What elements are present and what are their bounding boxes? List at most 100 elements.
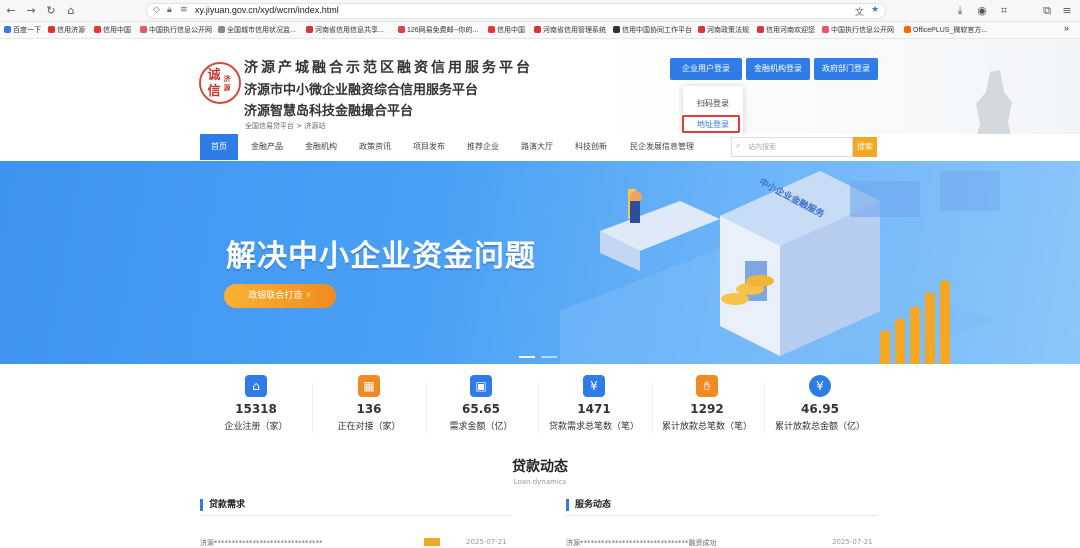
stat-item: ¥ 1471 贷款需求总笔数（笔）	[539, 375, 649, 445]
nav-project-release[interactable]: 项目发布	[404, 134, 454, 160]
more-bookmarks-icon[interactable]: »	[1064, 23, 1069, 33]
site-title-2: 济源市中小微企业融资综合信用服务平台	[244, 82, 479, 97]
stat-label: 正在对接（家）	[337, 422, 401, 432]
status-badge	[424, 538, 440, 546]
banner-title: 解决中小企业资金问题	[226, 240, 536, 273]
section-subtitle: Loan dynamics	[513, 478, 567, 486]
crop-icon[interactable]: ⌗	[997, 4, 1011, 18]
bookmark-item[interactable]: 河南省信用信息共享...	[306, 25, 384, 35]
forward-icon[interactable]: →	[24, 4, 38, 18]
service-news-heading[interactable]: 服务动态	[566, 499, 611, 511]
account-icon[interactable]: ◉	[975, 4, 989, 18]
stat-value: 65.65	[462, 402, 500, 416]
stat-value: 136	[356, 402, 382, 416]
banner-cta-button[interactable]: 政银联合打造 ⚡︎	[224, 284, 336, 308]
carousel-dot[interactable]	[541, 356, 557, 358]
bank-icon: ⌂	[245, 375, 267, 397]
reload-icon[interactable]: ↻	[44, 4, 58, 18]
bookmark-item[interactable]: 河南政策法规	[698, 25, 749, 35]
browser-toolbar: ← → ↻ ⌂ ◇ 🔒︎ ≡ xy.jiyuan.gov.cn/xyd/wcm/…	[0, 0, 1080, 22]
stat-item: ✋︎ 1292 累计放款总笔数（笔）	[652, 375, 762, 445]
loan-demand-heading[interactable]: 贷款需求	[200, 499, 245, 511]
enterprise-login-button[interactable]: 企业用户登录	[670, 58, 742, 80]
breadcrumb[interactable]: 全国信易贷平台 > 济源站	[245, 121, 325, 131]
extensions-icon[interactable]: ⧉	[1040, 4, 1054, 18]
menu-icon[interactable]: ≡	[1060, 4, 1074, 18]
service-row-text[interactable]: 济源*******************************融资成功	[566, 538, 717, 548]
bookmark-icon	[48, 26, 55, 33]
bookmark-item[interactable]: 全国城市信用状况监...	[218, 25, 296, 35]
stat-value: 1471	[577, 402, 611, 416]
bookmark-item[interactable]: 中国执行信息公开网	[822, 25, 894, 35]
financial-login-button[interactable]: 金融机构登录	[746, 58, 810, 80]
stat-item: ▣ 65.65 需求金额（亿）	[426, 375, 536, 445]
hero-banner[interactable]: 中小企业金融服务	[0, 161, 1080, 364]
site-logo[interactable]: 诚信 济源	[199, 62, 241, 104]
stat-value: 46.95	[801, 402, 839, 416]
bookmark-icon	[698, 26, 705, 33]
bookmark-item[interactable]: 河南省信用管理系统	[534, 25, 606, 35]
stat-value: 1292	[690, 402, 724, 416]
back-icon[interactable]: ←	[4, 4, 18, 18]
search-button[interactable]: 搜索	[853, 137, 877, 157]
lightning-icon: ⚡︎	[305, 291, 312, 301]
bookmark-icon	[613, 26, 620, 33]
stat-value: 15318	[235, 402, 277, 416]
nav-private-enterprise[interactable]: 民企发展信息管理	[620, 134, 704, 160]
government-login-button[interactable]: 政府部门登录	[814, 58, 878, 80]
translate-icon[interactable]: 文	[855, 5, 864, 18]
bookmark-item[interactable]: 信用中国	[94, 25, 131, 35]
bookmark-item[interactable]: 信用中国协同工作平台	[613, 25, 692, 35]
address-bar[interactable]: ◇ 🔒︎ ≡ xy.jiyuan.gov.cn/xyd/wcm/index.ht…	[146, 3, 886, 19]
bookmark-icon	[534, 26, 541, 33]
bookmark-item[interactable]: OfficePLUS_微软官方...	[904, 25, 987, 35]
divider	[566, 515, 878, 516]
logo-text: 诚信	[207, 68, 221, 99]
bookmark-icon	[822, 26, 829, 33]
bookmark-icon	[4, 26, 11, 33]
stat-item: ▦ 136 正在对接（家）	[314, 375, 424, 445]
home-icon[interactable]: ⌂	[64, 4, 78, 18]
bookmark-icon	[306, 26, 313, 33]
star-icon[interactable]: ★	[871, 5, 879, 15]
bookmark-item[interactable]: 126网易免费邮--你的...	[398, 25, 478, 35]
nav-financial-products[interactable]: 金融产品	[242, 134, 292, 160]
bookmark-item[interactable]: 信用济源	[48, 25, 85, 35]
loan-row-date: 2025-07-21	[466, 538, 507, 546]
shield-icon: ◇	[153, 5, 160, 15]
bookmark-icon	[94, 26, 101, 33]
site-title-1: 济源产城融合示范区融资信用服务平台	[244, 59, 533, 75]
permissions-icon: ≡	[180, 5, 188, 15]
bookmark-icon	[904, 26, 911, 33]
bookmark-item[interactable]: 信用中国	[488, 25, 525, 35]
bookmark-item[interactable]: 百度一下	[4, 25, 41, 35]
stat-label: 贷款需求总笔数（笔）	[548, 422, 639, 432]
stat-label: 累计放款总笔数（笔）	[661, 422, 752, 432]
section-title: 贷款动态	[512, 459, 568, 475]
divider	[200, 515, 512, 516]
money-bag-icon: ¥	[809, 375, 831, 397]
nav-tech-innovation[interactable]: 科技创新	[566, 134, 616, 160]
download-icon[interactable]: ⤓	[953, 4, 967, 18]
stat-label: 企业注册（家）	[224, 422, 288, 432]
carousel-dot-active[interactable]	[519, 356, 535, 358]
qr-login-option[interactable]: 扫码登录	[683, 98, 743, 109]
banner-illustration	[560, 171, 1000, 364]
bookmark-icon	[398, 26, 405, 33]
highlight-box	[682, 115, 740, 133]
nav-policy-news[interactable]: 政策资讯	[350, 134, 400, 160]
banner-cta-label: 政银联合打造	[248, 291, 303, 301]
nav-roadshow-hall[interactable]: 路演大厅	[512, 134, 562, 160]
stat-item: ⌂ 15318 企业注册（家）	[201, 375, 311, 445]
site-search-input[interactable]: 站内搜索	[731, 137, 853, 157]
loan-row-text[interactable]: 济源*******************************	[200, 538, 323, 548]
stat-label: 需求金额（亿）	[449, 422, 513, 432]
search-icon: ⌕	[736, 141, 741, 150]
bookmark-item[interactable]: 中国执行信息公开网	[140, 25, 212, 35]
nav-financial-institutions[interactable]: 金融机构	[296, 134, 346, 160]
nav-home[interactable]: 首页	[200, 134, 238, 160]
bookmark-icon	[757, 26, 764, 33]
bookmark-item[interactable]: 信用河南欢迎您	[757, 25, 815, 35]
bookmark-icon	[218, 26, 225, 33]
nav-recommended-enterprises[interactable]: 推荐企业	[458, 134, 508, 160]
